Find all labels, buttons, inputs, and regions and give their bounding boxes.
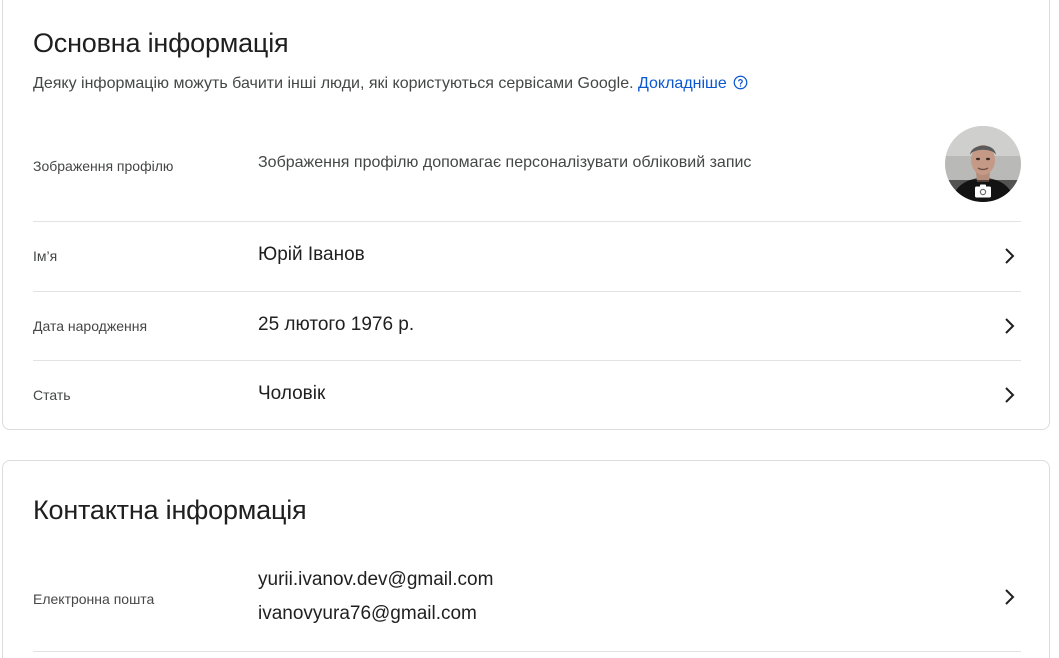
chevron-right-icon[interactable]: [999, 246, 1019, 266]
name-row[interactable]: Ім’я Юрій Іванов: [33, 221, 1021, 291]
birthday-label: Дата народження: [33, 318, 148, 334]
avatar[interactable]: [945, 126, 1021, 202]
chevron-right-icon[interactable]: [999, 587, 1019, 607]
email-label: Електронна пошта: [33, 591, 155, 607]
gender-row[interactable]: Стать Чоловік: [33, 360, 1021, 428]
contact-info-title: Контактна інформація: [33, 495, 307, 525]
profile-picture-label: Зображення профілю: [33, 158, 174, 174]
basic-info-title: Основна інформація: [33, 28, 289, 58]
next-row-divider: [33, 651, 1021, 658]
camera-icon[interactable]: [974, 184, 992, 198]
basic-info-subtitle: Деяку інформацію можуть бачити інші люди…: [33, 75, 748, 93]
email-value-primary: yurii.ivanov.dev@gmail.com: [258, 569, 494, 590]
birthday-row[interactable]: Дата народження 25 лютого 1976 р.: [33, 291, 1021, 360]
name-label: Ім’я: [33, 248, 58, 264]
chevron-right-icon[interactable]: [999, 316, 1019, 336]
profile-picture-description: Зображення профілю допомагає персоналізу…: [258, 154, 752, 171]
profile-picture-row[interactable]: Зображення профілю Зображення профілю до…: [33, 112, 1021, 222]
email-value-secondary: ivanovyura76@gmail.com: [258, 603, 477, 624]
basic-info-card: Основна інформація Деяку інформацію можу…: [2, 0, 1050, 430]
email-row[interactable]: Електронна пошта yurii.ivanov.dev@gmail.…: [33, 559, 1021, 651]
gender-value: Чоловік: [258, 383, 326, 404]
name-value: Юрій Іванов: [258, 244, 365, 265]
contact-info-card: Контактна інформація Електронна пошта yu…: [2, 460, 1050, 658]
birthday-value: 25 лютого 1976 р.: [258, 314, 415, 335]
gender-label: Стать: [33, 387, 71, 403]
chevron-right-icon[interactable]: [999, 385, 1019, 405]
help-circle-icon[interactable]: [733, 75, 748, 90]
basic-info-subtitle-text: Деяку інформацію можуть бачити інші люди…: [33, 75, 634, 92]
learn-more-link[interactable]: Докладніше: [638, 75, 727, 92]
